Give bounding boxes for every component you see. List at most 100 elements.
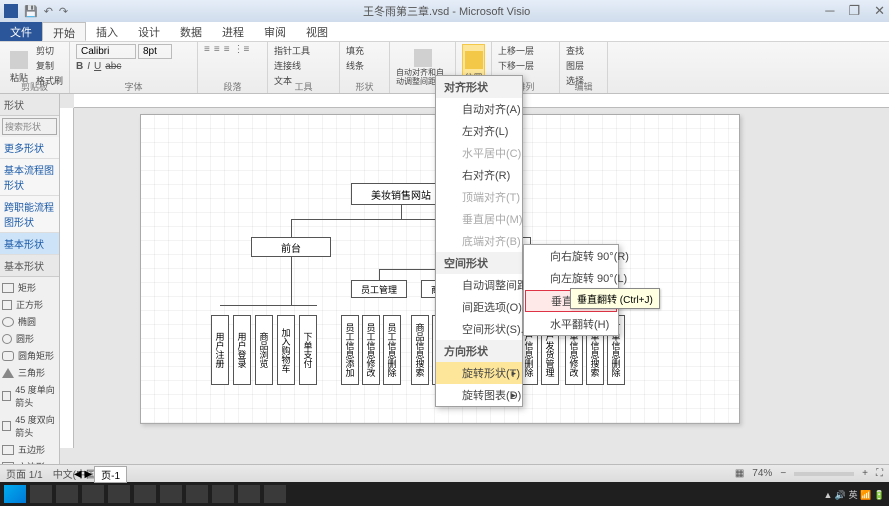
tab-process[interactable]: 进程 xyxy=(212,22,254,41)
shape-cat-more[interactable]: 更多形状 xyxy=(0,137,59,159)
zoom-out-icon[interactable]: − xyxy=(780,468,786,479)
tab-insert[interactable]: 插入 xyxy=(86,22,128,41)
restore-button[interactable]: ❐ xyxy=(848,3,860,19)
zoom-level[interactable]: 74% xyxy=(752,468,772,479)
shape-item[interactable]: 圆角矩形 xyxy=(2,347,57,364)
taskbar-app[interactable] xyxy=(82,485,104,503)
zoom-slider[interactable] xyxy=(794,472,854,476)
taskbar-app[interactable] xyxy=(186,485,208,503)
taskbar-app[interactable] xyxy=(134,485,156,503)
shapes-panel-title: 形状 xyxy=(0,94,59,116)
shape-item[interactable]: 椭圆 xyxy=(2,313,57,330)
node-leaf[interactable]: 加入购物车 xyxy=(277,315,295,385)
taskbar-app[interactable] xyxy=(30,485,52,503)
node-leaf[interactable]: 下单支付 xyxy=(299,315,317,385)
menu-align-right[interactable]: 右对齐(R) xyxy=(436,164,522,186)
menu-rotate-right[interactable]: 向右旋转 90°(R) xyxy=(524,245,618,267)
shape-item[interactable]: 矩形 xyxy=(2,279,57,296)
layers-button[interactable]: 图层 xyxy=(566,59,584,72)
page-tab-1[interactable]: 页-1 xyxy=(94,466,127,483)
menu-align-top[interactable]: 顶端对齐(T) xyxy=(436,186,522,208)
connector-tool-button[interactable]: 连接线 xyxy=(274,59,310,72)
zoom-in-icon[interactable]: + xyxy=(862,468,868,479)
tab-data[interactable]: 数据 xyxy=(170,22,212,41)
pointer-tool-button[interactable]: 指针工具 xyxy=(274,44,310,57)
menu-align-middle[interactable]: 垂直居中(M) xyxy=(436,208,522,230)
taskbar-app[interactable] xyxy=(238,485,260,503)
system-tray[interactable]: ▲ 🔊 英 📶 🔋 xyxy=(823,488,885,501)
group-tools-label: 工具 xyxy=(268,80,339,93)
tab-review[interactable]: 审阅 xyxy=(254,22,296,41)
taskbar-app[interactable] xyxy=(108,485,130,503)
taskbar-app[interactable] xyxy=(160,485,182,503)
node-leaf[interactable]: 用户登录 xyxy=(233,315,251,385)
shape-item[interactable]: 45 度单向箭头 xyxy=(2,381,57,411)
taskbar-app[interactable] xyxy=(212,485,234,503)
view-mode-icon[interactable]: ▦ xyxy=(735,468,744,479)
shape-item[interactable]: 圆形 xyxy=(2,330,57,347)
shape-search-input[interactable]: 搜索形状 xyxy=(2,118,57,135)
menu-space-options[interactable]: 间距选项(O)... xyxy=(436,296,522,318)
node-cat[interactable]: 员工管理 xyxy=(351,280,407,298)
taskbar-app[interactable] xyxy=(264,485,286,503)
underline-button[interactable]: U xyxy=(94,61,101,72)
close-button[interactable]: ✕ xyxy=(874,3,885,19)
taskbar-app[interactable] xyxy=(56,485,78,503)
fill-button[interactable]: 填充 xyxy=(346,44,364,57)
tab-view[interactable]: 视图 xyxy=(296,22,338,41)
menu-rotate-diagram[interactable]: 旋转图表(D) xyxy=(436,384,522,406)
strike-button[interactable]: abc xyxy=(105,61,121,72)
shapes-panel: 形状 搜索形状 更多形状 基本流程图形状 跨职能流程图形状 基本形状 基本形状 … xyxy=(0,94,60,464)
menu-space-shapes[interactable]: 空间形状(S)... xyxy=(436,318,522,340)
tab-file[interactable]: 文件 xyxy=(0,22,42,41)
shape-item[interactable]: 三角形 xyxy=(2,364,57,381)
font-size-select[interactable]: 8pt xyxy=(138,44,172,59)
dropdown-section-direction: 方向形状 xyxy=(436,340,522,362)
italic-button[interactable]: I xyxy=(87,61,90,72)
fit-page-icon[interactable]: ⛶ xyxy=(876,468,883,479)
menu-align-left[interactable]: 左对齐(L) xyxy=(436,120,522,142)
shape-cat-crossfunc[interactable]: 跨职能流程图形状 xyxy=(0,196,59,233)
menu-auto-align[interactable]: 自动对齐(A) xyxy=(436,98,522,120)
find-button[interactable]: 查找 xyxy=(566,44,584,57)
tab-home[interactable]: 开始 xyxy=(42,22,86,41)
shape-cat-basic[interactable]: 基本形状 xyxy=(0,233,59,255)
redo-icon[interactable]: ↷ xyxy=(59,5,68,18)
dropdown-section-space: 空间形状 xyxy=(436,252,522,274)
node-leaf[interactable]: 员工信息修改 xyxy=(362,315,380,385)
menu-rotate-shapes[interactable]: 旋转形状(T) xyxy=(436,362,522,384)
send-backward-button[interactable]: 下移一层 xyxy=(498,59,534,72)
copy-button[interactable]: 复制 xyxy=(36,59,63,72)
menu-align-bottom[interactable]: 底端对齐(B) xyxy=(436,230,522,252)
status-bar: 页面 1/1 中文(中国) ▦ 74% − + ⛶ xyxy=(0,464,889,482)
menu-auto-space[interactable]: 自动调整间距(S)... xyxy=(436,274,522,296)
node-leaf[interactable]: 商品浏览 xyxy=(255,315,273,385)
page-nav[interactable]: ◀ ▶ xyxy=(74,469,92,480)
node-front[interactable]: 前台 xyxy=(251,237,331,257)
start-button[interactable] xyxy=(4,485,26,503)
menu-rotate-left[interactable]: 向左旋转 90°(L) xyxy=(524,267,618,289)
line-button[interactable]: 线条 xyxy=(346,59,364,72)
shape-item[interactable]: 六边形 xyxy=(2,458,57,464)
shape-item[interactable]: 正方形 xyxy=(2,296,57,313)
shape-cat-basic-flow[interactable]: 基本流程图形状 xyxy=(0,159,59,196)
font-family-select[interactable]: Calibri xyxy=(76,44,136,59)
node-leaf[interactable]: 员工信息删除 xyxy=(383,315,401,385)
save-icon[interactable]: 💾 xyxy=(24,5,38,18)
node-leaf[interactable]: 商品信息搜索 xyxy=(411,315,429,385)
shape-item[interactable]: 45 度双向箭头 xyxy=(2,411,57,441)
quick-access-toolbar: 💾 ↶ ↷ xyxy=(24,5,68,18)
undo-icon[interactable]: ↶ xyxy=(44,5,53,18)
minimize-button[interactable]: ─ xyxy=(825,3,834,19)
cut-button[interactable]: 剪切 xyxy=(36,44,63,57)
menu-flip-horizontal[interactable]: 水平翻转(H) xyxy=(524,313,618,335)
shape-item[interactable]: 五边形 xyxy=(2,441,57,458)
node-leaf[interactable]: 员工信息添加 xyxy=(341,315,359,385)
shape-subheader: 基本形状 xyxy=(0,255,59,277)
node-leaf[interactable]: 用户注册 xyxy=(211,315,229,385)
tab-design[interactable]: 设计 xyxy=(128,22,170,41)
menu-align-center-h[interactable]: 水平居中(C) xyxy=(436,142,522,164)
bold-button[interactable]: B xyxy=(76,61,83,72)
bring-forward-button[interactable]: 上移一层 xyxy=(498,44,534,57)
page-tabs: ◀ ▶ 页-1 xyxy=(74,466,127,482)
